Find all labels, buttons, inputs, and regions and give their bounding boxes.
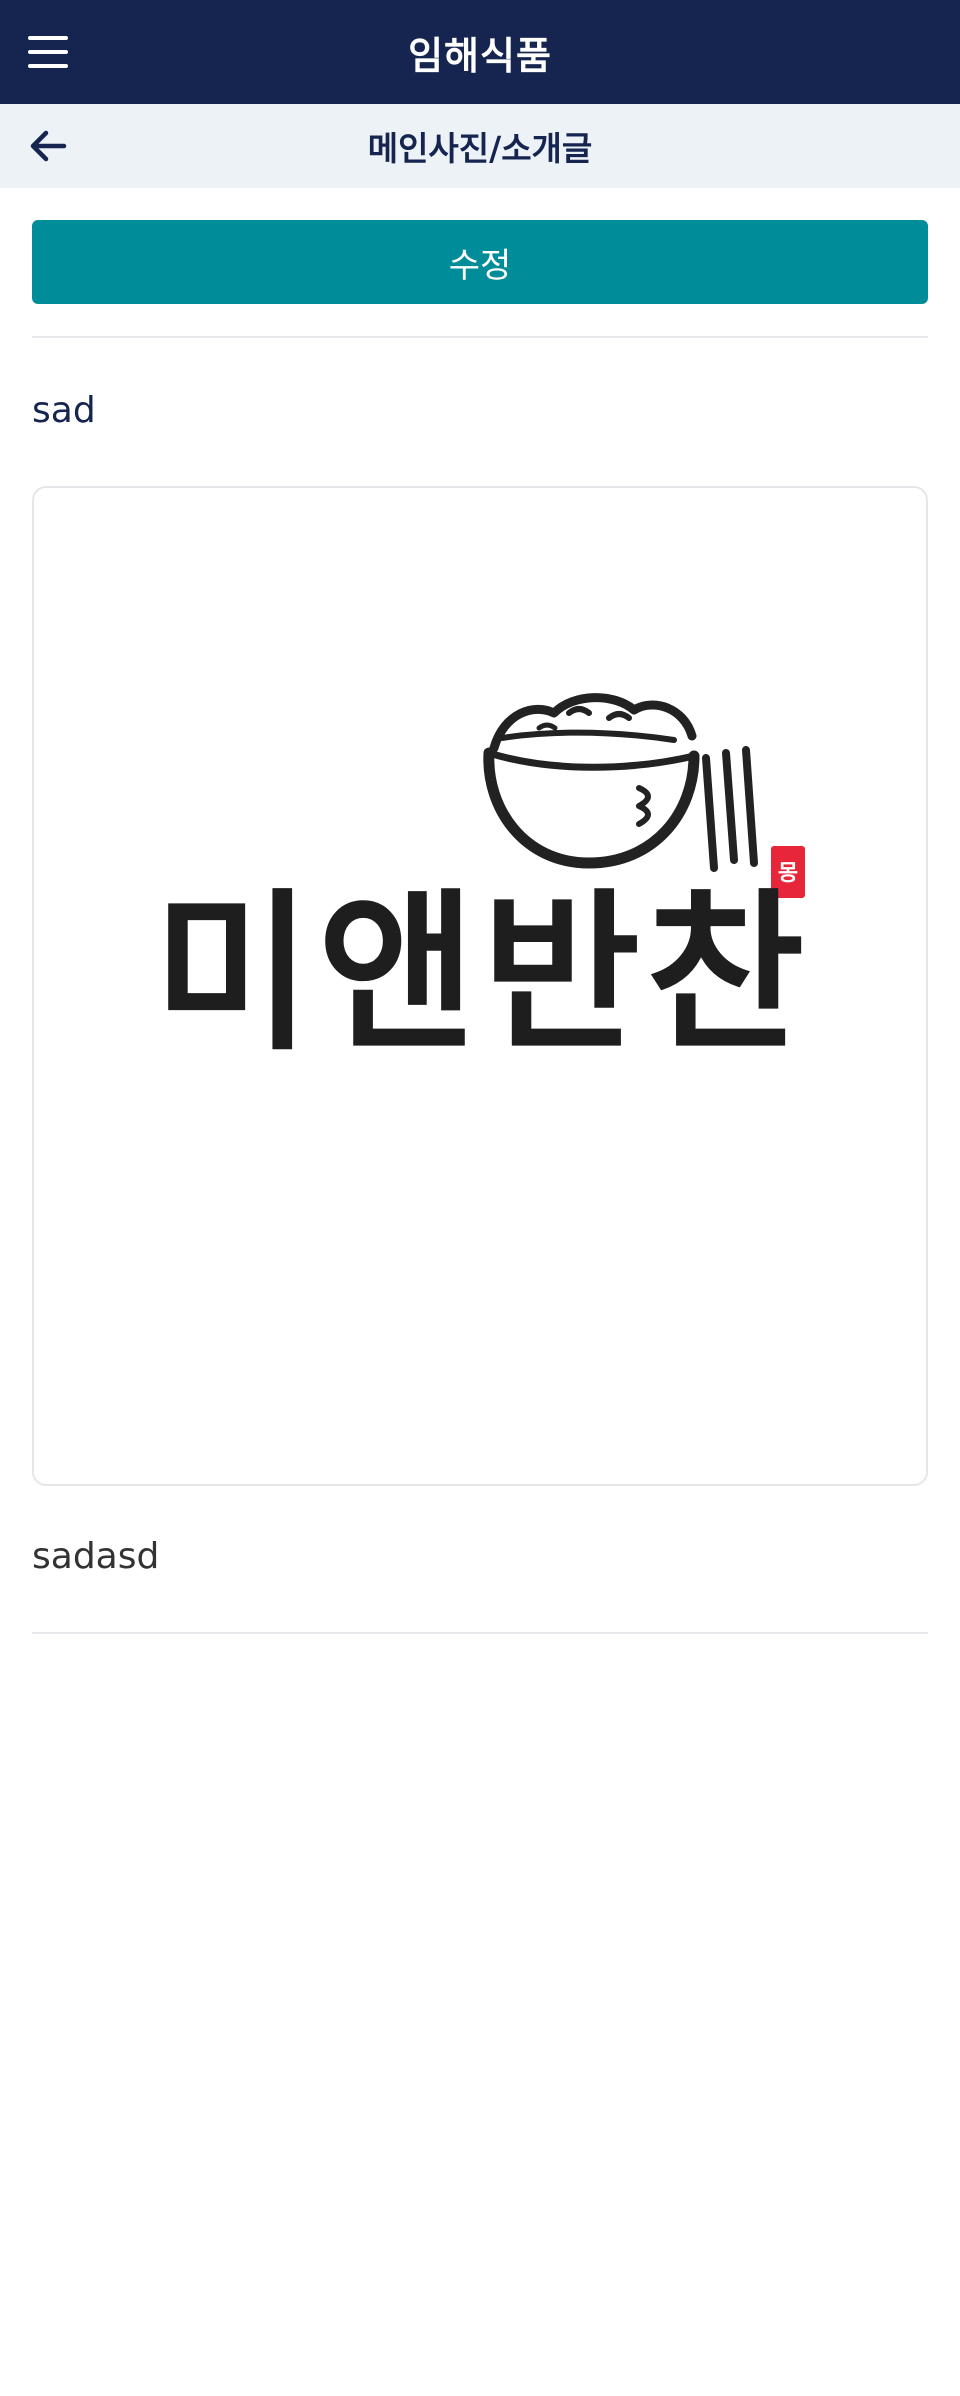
- divider: [32, 336, 928, 338]
- app-title: 임해식품: [408, 33, 552, 78]
- page-title: 메인사진/소개글: [367, 129, 593, 168]
- menu-line: [28, 50, 68, 54]
- divider: [32, 1632, 928, 1634]
- svg-text:미앤반찬: 미앤반찬: [154, 873, 811, 1074]
- post-body: sadasd: [32, 1536, 160, 1577]
- app-header: 임해식품: [0, 0, 960, 104]
- back-arrow-icon[interactable]: [26, 124, 70, 168]
- menu-line: [28, 64, 68, 68]
- edit-button[interactable]: 수정: [32, 220, 928, 304]
- hamburger-menu-icon[interactable]: [28, 36, 68, 68]
- page-header: 메인사진/소개글: [0, 104, 960, 188]
- main-image: 몽 미앤반찬: [32, 486, 928, 1486]
- brand-logo-image: 몽 미앤반찬: [154, 693, 811, 1074]
- menu-line: [28, 36, 68, 40]
- post-title: sad: [32, 390, 96, 431]
